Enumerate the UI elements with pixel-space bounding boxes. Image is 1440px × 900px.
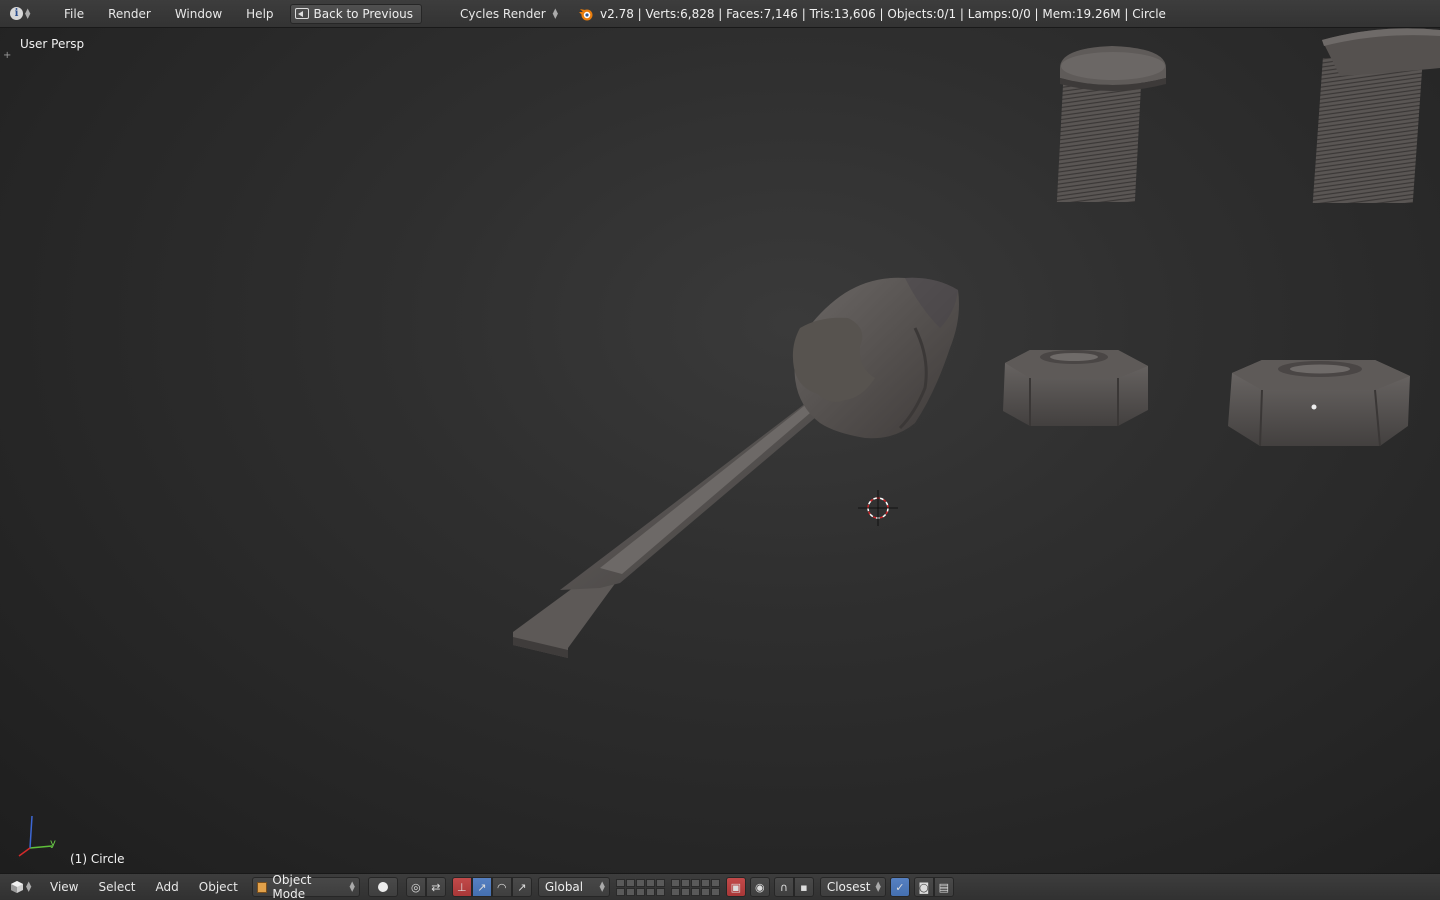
scene-canvas — [18, 28, 1440, 857]
lock-camera-layers-button[interactable]: ▣ — [725, 877, 746, 897]
snap-element-select[interactable]: ▪ — [793, 877, 814, 897]
viewport-shading-select[interactable] — [367, 877, 398, 897]
snap-toggle-magnet-icon[interactable]: ∩ — [773, 877, 794, 897]
menu-add[interactable]: Add — [146, 876, 189, 898]
info-icon: i — [10, 7, 23, 20]
axis-y-label: y — [50, 838, 56, 849]
3d-view-icon — [11, 881, 23, 893]
3d-view-header: ▲ ▼ View Select Add Object Object Mode ▲ ▼… — [0, 873, 1440, 900]
transform-orientation-select[interactable]: Global ▲ ▼ — [537, 877, 610, 897]
interaction-mode-select[interactable]: Object Mode ▲ ▼ — [251, 873, 360, 900]
dropdown-arrows-icon: ▲ ▼ — [552, 6, 559, 20]
object-origin-dot — [1311, 404, 1317, 410]
dropdown-arrows-icon: ▲ ▼ — [875, 880, 881, 893]
scene-layers-grid-b[interactable] — [670, 878, 720, 896]
back-to-previous-button[interactable]: Back to Previous — [289, 3, 423, 24]
editor-type-selector[interactable]: i ▲ ▼ — [10, 3, 46, 25]
snap-target-label: Closest — [826, 880, 871, 894]
menu-window[interactable]: Window — [163, 3, 234, 25]
3d-viewport[interactable]: User Persp + + — [0, 28, 1440, 873]
object-mode-cube-icon — [256, 881, 268, 893]
dropdown-arrows-icon: ▲ ▼ — [599, 880, 605, 893]
menu-view[interactable]: View — [40, 876, 88, 898]
render-engine-label: Cycles Render — [460, 6, 546, 21]
axis-gizmo-icon — [18, 815, 53, 857]
hex-nut-left-mesh[interactable] — [1003, 350, 1148, 426]
dropdown-arrows-icon: ▲ ▼ — [349, 880, 355, 893]
updown-arrows-icon: ▲ ▼ — [26, 880, 32, 893]
3d-cursor-icon[interactable] — [858, 490, 898, 526]
back-screen-icon — [294, 8, 309, 19]
screwdriver-mesh[interactable] — [513, 277, 959, 658]
snap-target-select[interactable]: Closest ▲ ▼ — [819, 877, 886, 897]
rotate-manipulator-button[interactable]: ↗ — [471, 877, 492, 897]
menu-object[interactable]: Object — [189, 876, 248, 898]
back-to-previous-label: Back to Previous — [313, 6, 414, 21]
active-object-label: (1) Circle — [70, 852, 125, 866]
menu-help[interactable]: Help — [234, 3, 285, 25]
scene-layers-grid-a[interactable] — [615, 878, 665, 896]
render-engine-select[interactable]: Cycles Render ▲ ▼ — [452, 4, 562, 24]
opengl-render-image-button[interactable]: ✓ — [889, 877, 910, 897]
manipulator-toggle-button[interactable]: ⇄ — [425, 877, 446, 897]
main-menu: File Render Window Help — [52, 3, 286, 25]
camera-render-icon[interactable]: ◙ — [913, 877, 934, 897]
bolt-countersunk-mesh[interactable] — [1312, 28, 1440, 203]
solid-shading-sphere-icon — [377, 882, 388, 892]
pivot-point-select[interactable]: ◎ — [405, 877, 426, 897]
bolt-round-head-mesh[interactable] — [1056, 46, 1166, 202]
editor-type-selector-3d[interactable]: ▲ ▼ — [10, 876, 40, 898]
blender-logo-icon — [578, 6, 594, 22]
transform-orientation-label: Global — [544, 880, 584, 894]
proportional-editing-button[interactable]: ◉ — [749, 877, 770, 897]
info-header: i ▲ ▼ File Render Window Help Back to Pre… — [0, 0, 1440, 28]
clapperboard-render-icon[interactable]: ▤ — [933, 877, 954, 897]
scale-manipulator-button[interactable]: ◠ — [491, 877, 512, 897]
menu-select[interactable]: Select — [88, 876, 145, 898]
menu-file[interactable]: File — [52, 3, 96, 25]
interaction-mode-label: Object Mode — [272, 873, 312, 900]
menu-render[interactable]: Render — [96, 3, 163, 25]
hex-nut-right-mesh[interactable] — [1228, 360, 1410, 447]
transform-tool-button[interactable]: ↗ — [511, 877, 532, 897]
translate-manipulator-button[interactable]: ⊥ — [451, 877, 472, 897]
updown-arrows-icon: ▲ ▼ — [25, 6, 31, 20]
scene-statistics: v2.78 | Verts:6,828 | Faces:7,146 | Tris… — [600, 6, 1166, 21]
